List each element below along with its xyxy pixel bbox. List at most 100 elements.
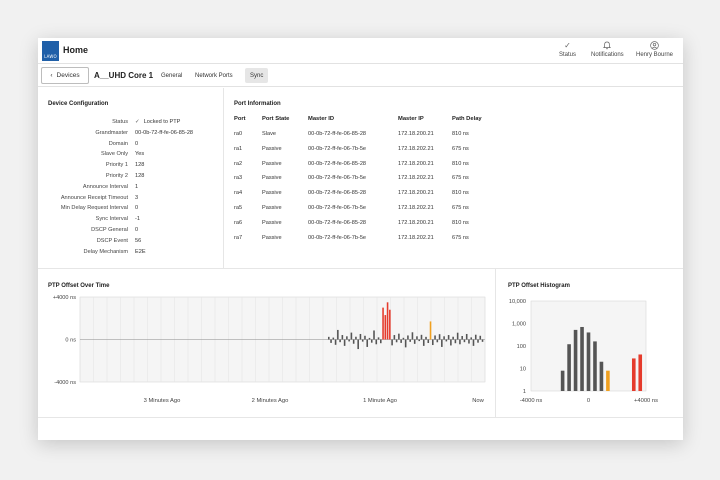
section-divider bbox=[38, 268, 683, 269]
column-header: Path Delay bbox=[452, 116, 482, 122]
offset-bar bbox=[368, 337, 371, 340]
offset-bar bbox=[343, 339, 346, 346]
config-row: Announce Interval 1 bbox=[38, 184, 228, 193]
tab-network-ports[interactable]: Network Ports bbox=[190, 68, 238, 83]
offset-bar bbox=[470, 337, 473, 340]
port-cell: Passive bbox=[262, 234, 282, 241]
offset-bar bbox=[370, 339, 373, 343]
offset-bar bbox=[339, 339, 341, 343]
config-label: Min Delay Request Interval bbox=[60, 205, 128, 212]
port-cell: ra3 bbox=[234, 175, 243, 182]
tab-general[interactable]: General bbox=[156, 68, 187, 83]
offset-bar bbox=[447, 335, 450, 340]
port-cell: 675 ns bbox=[452, 205, 469, 211]
port-cell: Passive bbox=[262, 190, 282, 197]
notifications-nav[interactable]: Notifications bbox=[591, 41, 624, 58]
app-window: LAWO Home ✓ Status Notifications Henry B… bbox=[38, 38, 683, 440]
offset-bar bbox=[434, 335, 436, 340]
hist-y-tick-label: 10,000 bbox=[509, 299, 526, 305]
offset-bar bbox=[395, 339, 398, 343]
back-to-devices-button[interactable]: ‹ Devices bbox=[41, 67, 89, 84]
bell-icon bbox=[603, 41, 612, 52]
histogram-bar bbox=[573, 329, 578, 391]
config-row: Grandmaster 00-0b-72-ff-fe-06-85-28 bbox=[38, 130, 228, 139]
port-info-title: Port Information bbox=[234, 101, 281, 107]
offset-bar bbox=[479, 335, 482, 340]
offset-bar bbox=[375, 339, 378, 345]
config-row: Status ✓ Locked to PTP bbox=[38, 119, 228, 128]
offset-bar bbox=[402, 337, 405, 340]
config-value: Yes bbox=[135, 151, 145, 158]
offset-bar bbox=[398, 333, 400, 340]
port-cell: 675 ns bbox=[452, 234, 469, 241]
offset-bar bbox=[441, 339, 443, 347]
port-cell: 172.18.200.21 bbox=[398, 160, 434, 167]
port-cell: 00-0b-72-ff-fe-06-85-28 bbox=[308, 190, 367, 197]
config-value: 56 bbox=[135, 237, 142, 244]
config-label: Sync Interval bbox=[95, 216, 128, 223]
port-cell: ra5 bbox=[234, 205, 243, 211]
config-label: DSCP Event bbox=[96, 237, 128, 244]
hist-y-tick-label: 1 bbox=[523, 389, 526, 395]
column-header: Port bbox=[234, 116, 246, 122]
offset-bar bbox=[450, 339, 452, 346]
histogram-bar bbox=[606, 370, 610, 391]
offset-bar bbox=[477, 339, 479, 343]
offset-bar bbox=[373, 330, 375, 340]
histogram-bar bbox=[580, 326, 584, 391]
port-cell: 172.18.202.21 bbox=[398, 205, 434, 211]
column-header: Port State bbox=[262, 116, 290, 122]
config-row: Slave Only Yes bbox=[38, 151, 228, 160]
x-tick-label: Now bbox=[472, 398, 484, 404]
config-label: Priority 1 bbox=[105, 162, 128, 169]
offset-bar bbox=[380, 339, 382, 344]
hist-x-tick-label: -4000 ns bbox=[520, 398, 543, 404]
port-cell: 675 ns bbox=[452, 145, 469, 152]
hist-y-tick-label: 1,000 bbox=[512, 322, 526, 328]
offset-bar bbox=[418, 339, 421, 342]
offset-over-time-chart: +4000 ns 0 ns -4000 ns 3 Minutes Ago 2 Minut… bbox=[53, 295, 486, 404]
offset-bar bbox=[436, 339, 439, 343]
offset-bar bbox=[420, 334, 423, 340]
offset-bar bbox=[445, 339, 448, 342]
y-tick-label: -4000 ns bbox=[54, 380, 76, 386]
lawo-logo[interactable]: LAWO bbox=[42, 41, 59, 61]
offset-bar bbox=[384, 315, 387, 340]
config-label: Slave Only bbox=[100, 151, 128, 158]
offset-bar bbox=[454, 339, 457, 344]
histogram-title: PTP Offset Histogram bbox=[508, 283, 570, 289]
offset-bar bbox=[355, 336, 357, 340]
offset-bar bbox=[366, 339, 369, 347]
offset-bar bbox=[352, 339, 355, 344]
tab-sync[interactable]: Sync bbox=[245, 68, 269, 83]
config-label: DSCP General bbox=[91, 227, 128, 233]
port-cell: 172.18.202.21 bbox=[398, 145, 434, 152]
chevron-left-icon: ‹ bbox=[50, 72, 53, 79]
offset-bar bbox=[465, 333, 468, 340]
column-header: Master ID bbox=[308, 116, 335, 122]
histogram-bar bbox=[586, 332, 591, 391]
port-cell: Passive bbox=[262, 175, 282, 182]
offset-bar bbox=[389, 309, 391, 340]
hist-y-tick-label: 10 bbox=[520, 367, 526, 373]
config-row: Min Delay Request Interval 0 bbox=[38, 205, 228, 214]
offset-bar bbox=[409, 339, 411, 342]
port-cell: 172.18.200.21 bbox=[398, 190, 434, 197]
offset-bar bbox=[348, 339, 350, 342]
config-value: -1 bbox=[135, 216, 140, 223]
user-menu[interactable]: Henry Bourne bbox=[636, 41, 673, 58]
page-title: Home bbox=[63, 45, 89, 55]
port-cell: Slave bbox=[262, 131, 276, 137]
config-value: 0 bbox=[135, 205, 139, 212]
offset-bar bbox=[463, 339, 466, 343]
offset-bar bbox=[400, 339, 402, 343]
histogram-bar bbox=[599, 361, 604, 391]
device-tabs-bar: ‹ Devices A__UHD Core 1 General Network … bbox=[38, 64, 683, 87]
offset-bar bbox=[416, 336, 418, 340]
config-row: Announce Receipt Timeout 3 bbox=[38, 195, 228, 204]
hist-x-tick-label: 0 bbox=[587, 398, 590, 404]
status-nav[interactable]: ✓ Status bbox=[559, 41, 576, 58]
offset-bar bbox=[422, 339, 425, 346]
port-cell: 00-0b-72-ff-fe-06-7b-5e bbox=[308, 145, 367, 152]
port-cell: 00-0b-72-ff-fe-06-7b-5e bbox=[308, 175, 367, 182]
